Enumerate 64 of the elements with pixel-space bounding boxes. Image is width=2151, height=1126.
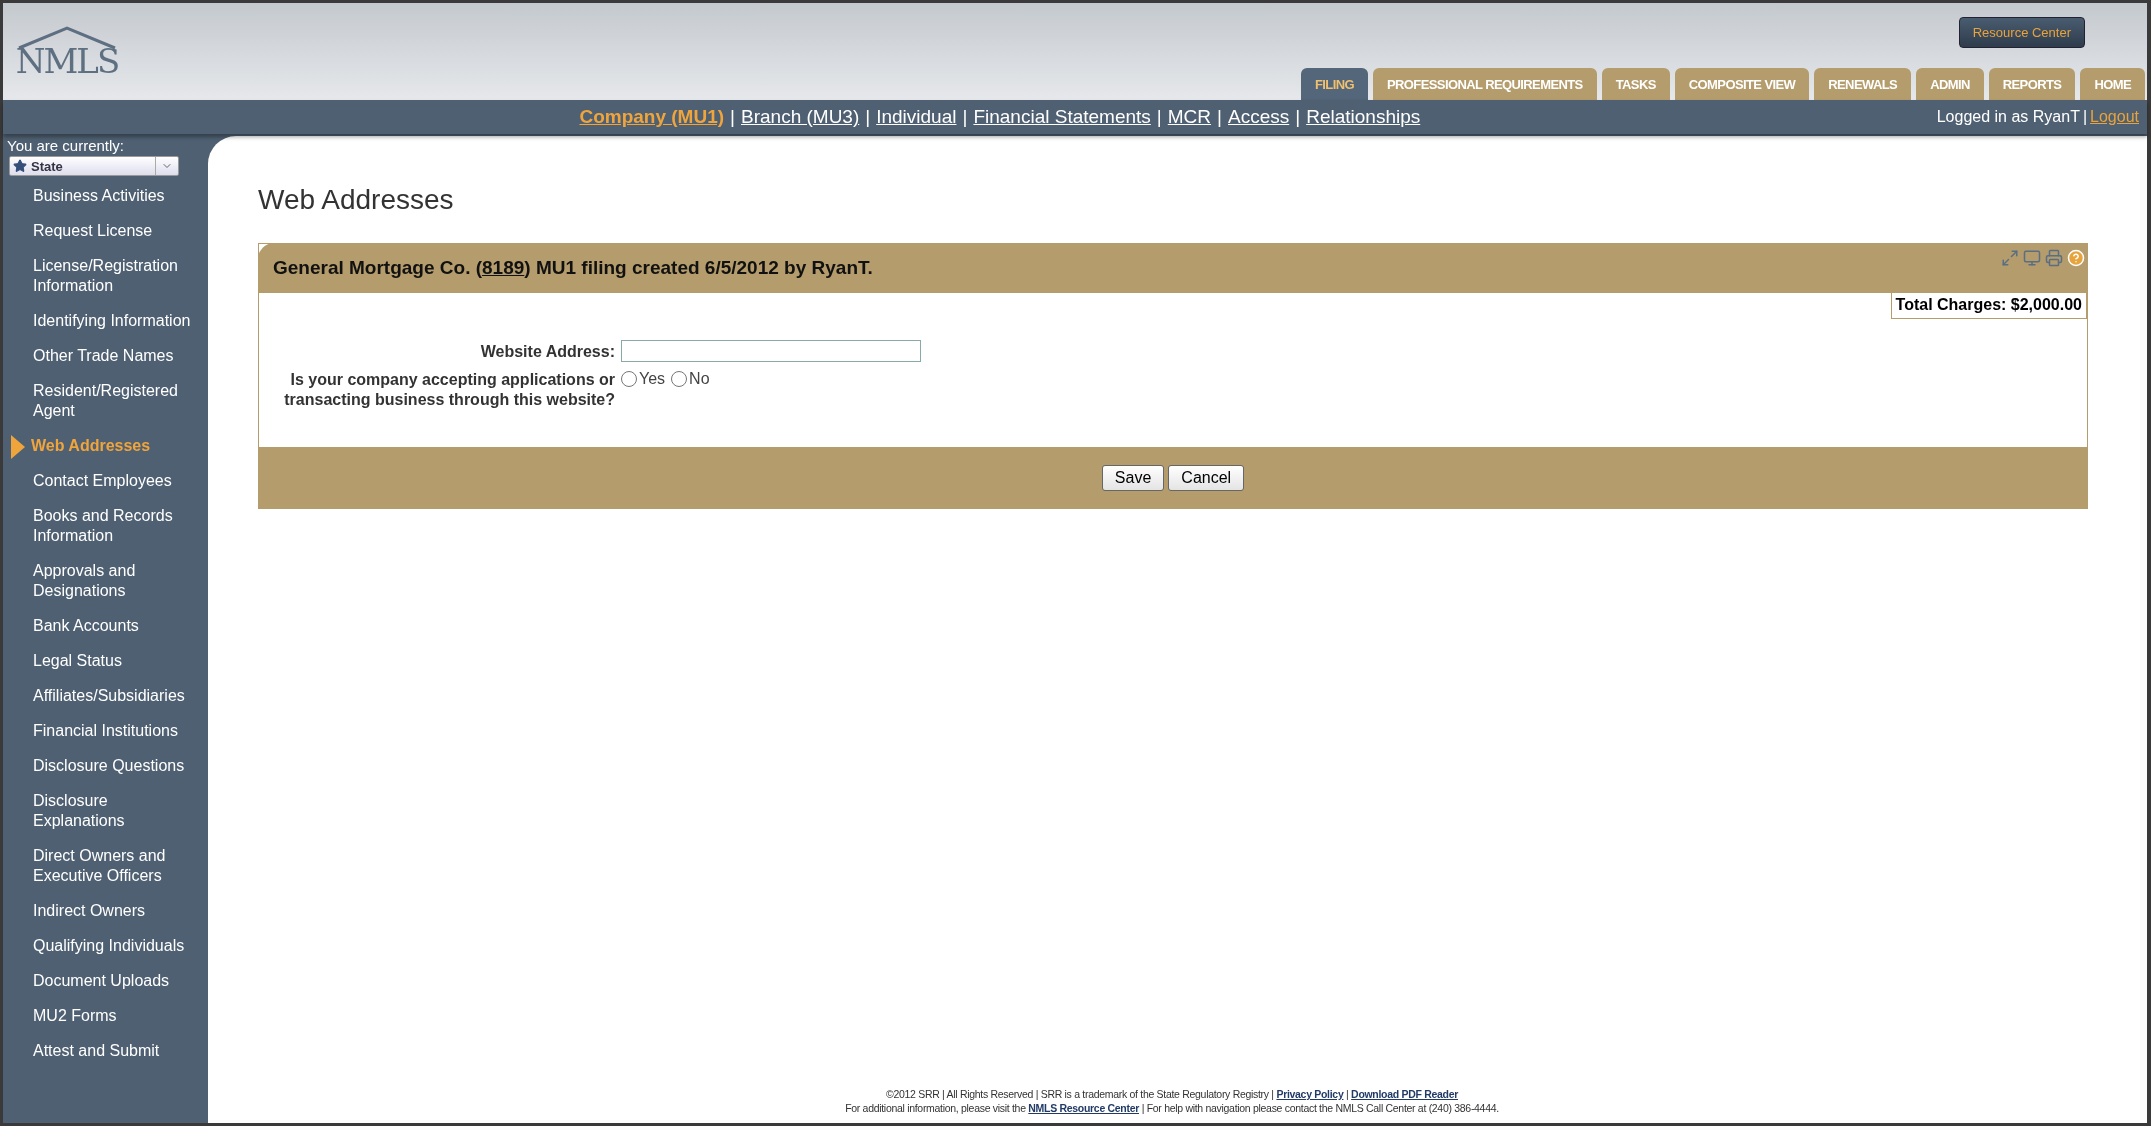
sidebar-item[interactable]: Resident/Registered Agent	[3, 375, 208, 430]
printer-icon[interactable]	[2045, 249, 2063, 267]
total-charges: Total Charges: $2,000.00	[1890, 292, 2087, 319]
sidebar-item[interactable]: Approvals and Designations	[3, 555, 208, 610]
sidebar-item[interactable]: Disclosure Questions	[3, 750, 208, 785]
current-role-caption: You are currently:	[6, 136, 125, 154]
sidebar-item[interactable]: Identifying Information	[3, 305, 208, 340]
sidebar-item[interactable]: Legal Status	[3, 645, 208, 680]
radio-button[interactable]	[671, 371, 688, 387]
resource-center-button[interactable]: Resource Center	[1958, 17, 2085, 48]
sidebar-item[interactable]: Affiliates/Subsidiaries	[3, 680, 208, 715]
field-label: Website Address:	[479, 342, 615, 362]
radio-button[interactable]	[621, 371, 637, 387]
sidebar-item[interactable]: Other Trade Names	[3, 340, 208, 375]
sidebar-item[interactable]: Qualifying Individuals	[3, 930, 208, 965]
sidebar-item[interactable]: Attest and Submit	[3, 1035, 208, 1070]
sidebar-item[interactable]: MU2 Forms	[3, 1000, 208, 1035]
sidebar-item[interactable]: Indirect Owners	[3, 895, 208, 930]
sidebar-item[interactable]: Books and Records Information	[3, 500, 208, 555]
page-title: Web Addresses	[258, 184, 455, 216]
star-icon	[13, 159, 27, 173]
filing-link[interactable]: Relationships	[1306, 106, 1421, 128]
sidebar-item[interactable]: License/Registration Information	[3, 250, 208, 305]
website-address-input[interactable]	[621, 340, 921, 362]
sidebar-item[interactable]: Financial Institutions	[3, 715, 208, 750]
expand-icon[interactable]	[2001, 249, 2019, 267]
pointer-arrow-icon	[11, 435, 25, 459]
footer-text: For additional information, please visit the NMLS Resource Center | For help with navigation please contact the NMLS Call Center at (240) 386-4444.	[844, 1101, 1500, 1115]
field-label: Is your company accepting applications or transacting business through this website?	[283, 370, 615, 410]
filing-link[interactable]: Individual	[876, 106, 957, 128]
form-button[interactable]: Cancel	[1168, 465, 1245, 491]
computer-icon[interactable]	[2023, 249, 2041, 267]
filing-title: General Mortgage Co. (8189) MU1 filing created 6/5/2012 by RyanT.	[273, 257, 873, 279]
filing-link[interactable]: Access	[1228, 106, 1290, 128]
sidebar-item[interactable]: Business Activities	[3, 180, 208, 215]
link-separator: |	[962, 106, 968, 128]
link-separator: |	[1156, 106, 1162, 128]
link-separator: |	[2082, 108, 2088, 126]
sidebar-item[interactable]: Disclosure Explanations	[3, 785, 208, 840]
form-button[interactable]: Save	[1101, 465, 1165, 491]
filing-link[interactable]: MCR	[1167, 106, 1212, 128]
radio-label: No	[689, 370, 710, 388]
footer-link[interactable]: Privacy Policy	[1276, 1088, 1344, 1100]
link-separator: |	[1295, 106, 1301, 128]
nav-tab[interactable]: FILING	[1301, 68, 1368, 100]
help-icon[interactable]	[2067, 249, 2085, 267]
link-separator: |	[730, 106, 735, 128]
sidebar-item[interactable]: Document Uploads	[3, 965, 208, 1000]
sidebar-item[interactable]: Direct Owners and Executive Officers	[3, 840, 208, 895]
link-separator: |	[865, 106, 871, 128]
role-dropdown[interactable]: State	[9, 156, 179, 176]
filing-link[interactable]: Branch (MU3)	[741, 106, 860, 128]
link-separator: |	[1217, 106, 1222, 128]
footer-link[interactable]: Download PDF Reader	[1351, 1088, 1458, 1100]
radio-label: Yes	[639, 370, 666, 388]
logged-in-text: Logged in as RyanT	[1936, 108, 2080, 126]
filing-link[interactable]: Financial Statements	[973, 106, 1151, 128]
footer-link[interactable]: NMLS Resource Center	[1028, 1102, 1139, 1114]
house-roof-icon	[17, 25, 117, 50]
sidebar-item[interactable]: Contact Employees	[3, 465, 208, 500]
footer-text: ©2012 SRR | All Rights Reserved | SRR is a trademark of the State Regulatory Registry | Privacy Policy | Download PDF Reader	[884, 1087, 1460, 1101]
sidebar-item[interactable]: Request License	[3, 215, 208, 250]
logo-text: NMLS	[15, 43, 119, 78]
sidebar-item[interactable]: Bank Accounts	[3, 610, 208, 645]
